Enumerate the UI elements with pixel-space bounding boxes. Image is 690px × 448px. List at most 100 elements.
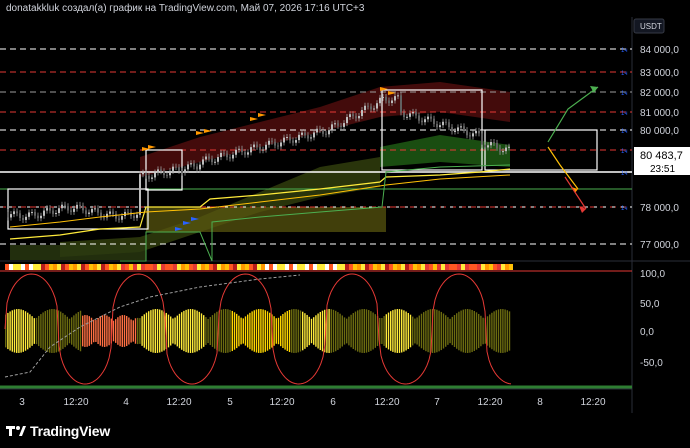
time-axis-label: 3	[19, 397, 25, 408]
footer: TradingView	[0, 413, 690, 448]
histogram-bar	[438, 310, 440, 352]
histogram-bar	[249, 312, 251, 350]
alert-tag[interactable]: 1ч	[621, 206, 627, 212]
histogram-bar	[42, 312, 44, 350]
candle-body	[211, 158, 213, 163]
histogram-bar	[172, 318, 174, 344]
histogram-bar	[139, 318, 141, 344]
candle-body	[484, 144, 486, 148]
histogram-bar	[251, 311, 253, 351]
histogram-bar	[240, 317, 242, 345]
candle-body	[307, 135, 309, 139]
heat-cell	[425, 264, 429, 270]
heat-cell	[169, 264, 173, 270]
chart-area[interactable]: 1ч 1ч 1ч 1ч 1ч 1ч 1ч 1ч 84 000,0 83 000,0 82 000,…	[0, 17, 690, 413]
heat-cell	[381, 264, 385, 270]
candle-body	[49, 208, 51, 211]
heat-cell	[233, 264, 237, 270]
heat-cell	[357, 264, 361, 270]
candle-body	[187, 164, 189, 170]
candle-body	[241, 148, 243, 153]
heat-cell	[389, 264, 393, 270]
histogram-bar	[277, 317, 280, 345]
heat-cell	[405, 264, 409, 270]
heat-cell	[173, 264, 177, 270]
histogram-bar	[306, 314, 308, 348]
histogram-bar	[13, 309, 16, 353]
histogram-bar	[225, 309, 227, 353]
histogram-bar	[97, 317, 99, 345]
histogram-bar	[55, 309, 57, 353]
histogram-bar	[77, 312, 79, 350]
histogram-bar	[506, 310, 508, 352]
histogram-bar	[53, 309, 55, 353]
candle-body	[508, 146, 510, 148]
candle-body	[55, 213, 57, 215]
alert-tag[interactable]: 1ч	[621, 171, 627, 177]
candle-body	[424, 119, 426, 123]
heat-cell	[229, 264, 233, 270]
candle-body	[355, 116, 357, 119]
alert-tag[interactable]: 1ч	[621, 111, 627, 117]
histogram-bar	[266, 311, 269, 351]
heat-cell	[369, 264, 373, 270]
candle-countdown: 23:51	[650, 164, 675, 175]
heat-cell	[393, 264, 397, 270]
candle-body	[265, 144, 267, 150]
histogram-bar	[434, 309, 436, 353]
alert-tag[interactable]: 1ч	[621, 48, 627, 54]
alert-tag[interactable]: 1ч	[621, 149, 627, 155]
candle-body	[34, 212, 36, 216]
heat-cell	[161, 264, 165, 270]
candle-body	[430, 116, 432, 119]
currency-badge-label: USDT	[640, 22, 662, 31]
heat-cell	[461, 264, 465, 270]
candle-body	[106, 213, 108, 218]
heat-cell	[25, 264, 29, 270]
histogram-bar	[394, 309, 396, 353]
candle-body	[247, 152, 249, 155]
heat-cell	[301, 264, 305, 270]
histogram-bar	[236, 313, 238, 349]
candle-body	[343, 123, 345, 127]
candle-body	[274, 141, 276, 146]
candle-body	[487, 145, 489, 148]
histogram-bar	[117, 317, 119, 345]
histogram-bar	[159, 309, 161, 353]
heat-cell	[109, 264, 113, 270]
candle-body	[28, 212, 30, 217]
candle-body	[403, 112, 405, 117]
histogram-bar	[368, 310, 370, 352]
candle-body	[463, 126, 465, 131]
histogram-bar	[174, 317, 176, 345]
alert-tag[interactable]: 1ч	[621, 129, 627, 135]
candle-body	[328, 130, 330, 135]
histogram-bar	[286, 311, 288, 351]
histogram-bar	[436, 309, 438, 353]
candle-body	[58, 208, 60, 214]
candle-body	[301, 132, 303, 135]
candle-body	[7, 212, 9, 218]
alert-tag[interactable]: 1ч	[621, 91, 627, 97]
histogram-bar	[365, 309, 368, 353]
chart-canvas[interactable]: 1ч 1ч 1ч 1ч 1ч 1ч 1ч 1ч 84 000,0 83 000,0 82 000,…	[0, 17, 690, 413]
candle-body	[331, 124, 333, 131]
alert-tag[interactable]: 1ч	[621, 71, 627, 77]
candle-body	[457, 127, 459, 131]
candle-body	[490, 142, 492, 146]
histogram-bar	[132, 320, 134, 342]
tradingview-logo[interactable]: TradingView	[6, 423, 110, 439]
heat-cell	[153, 264, 157, 270]
histogram-bar	[387, 312, 390, 350]
candle-body	[325, 133, 327, 135]
heat-cell	[245, 264, 249, 270]
candle-body	[250, 147, 252, 153]
heat-cell	[421, 264, 425, 270]
heat-cell	[13, 264, 17, 270]
candle-body	[181, 170, 183, 173]
tradingview-logo-icon	[6, 426, 26, 436]
histogram-bar	[148, 311, 150, 351]
histogram-bar	[280, 315, 282, 347]
price-scale-label: 77 000,0	[640, 240, 679, 251]
histogram-bar	[134, 318, 137, 344]
